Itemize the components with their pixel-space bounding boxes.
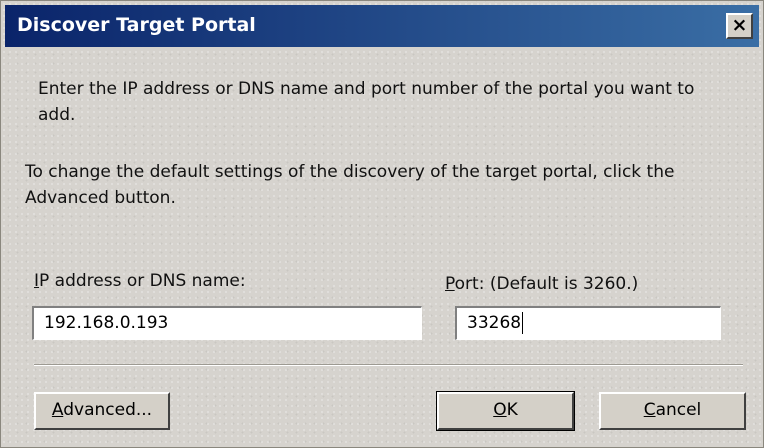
discover-target-portal-dialog: Discover Target Portal × Enter the IP ad… [0,0,764,448]
instruction-text-1: Enter the IP address or DNS name and por… [38,79,695,125]
dialog-title: Discover Target Portal [17,14,256,36]
instruction-text-2: To change the default settings of the di… [25,162,675,208]
ok-accelerator: O [493,400,507,420]
ok-label: K [506,400,518,420]
cancel-accelerator: C [643,400,656,420]
port-value: 33268 [467,313,522,333]
cancel-button[interactable]: Cancel [599,392,746,430]
text-caret [522,312,524,334]
ip-address-value: 192.168.0.193 [44,313,169,333]
port-label: Port: (Default is 3260.) [445,271,638,297]
port-input[interactable]: 33268 [455,306,721,340]
ip-address-label: IP address or DNS name: [34,268,246,294]
title-bar[interactable]: Discover Target Portal × [5,5,759,47]
close-icon: × [731,14,748,36]
advanced-label: dvanced... [63,400,153,420]
port-label-text: ort: (Default is 3260.) [454,274,639,294]
port-label-accelerator: P [445,274,455,294]
advanced-button[interactable]: Advanced... [34,392,170,430]
advanced-accelerator: A [51,400,64,420]
ip-address-input[interactable]: 192.168.0.193 [32,306,422,340]
separator-line [34,364,743,366]
close-button[interactable]: × [726,13,753,39]
cancel-label: ancel [655,400,702,420]
ok-button[interactable]: OK [436,391,575,431]
ip-label-text: P address or DNS name: [39,271,246,291]
